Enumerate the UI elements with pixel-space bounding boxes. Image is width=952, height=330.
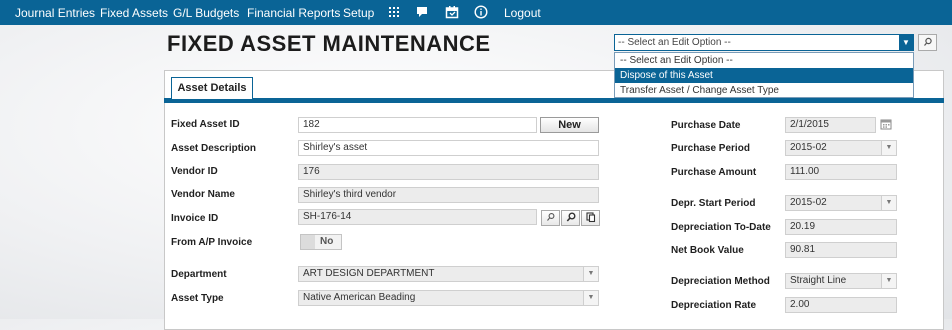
invoice-clear-button[interactable] [541,210,560,226]
depr-to-date-field: 20.19 [785,219,897,235]
from-ap-invoice-label: From A/P Invoice [171,237,253,248]
depr-method-select[interactable]: Straight Line ▼ [785,273,897,289]
depr-start-period-label: Depr. Start Period [671,198,756,209]
calendar-icon[interactable] [445,5,459,19]
chevron-down-icon[interactable]: ▼ [881,141,896,155]
edit-option-go-button[interactable] [918,34,937,51]
search-icon [566,212,575,222]
depr-start-period-value: 2015-02 [790,197,827,208]
dropdown-option-dispose[interactable]: Dispose of this Asset [615,68,913,83]
department-label: Department [171,269,227,280]
depr-to-date-label: Depreciation To-Date [671,222,771,233]
depr-rate-label: Depreciation Rate [671,300,757,311]
invoice-open-button[interactable] [581,210,600,226]
asset-id-field[interactable]: 182 [298,117,537,133]
chat-icon[interactable] [415,5,429,19]
edit-option-dropdown: -- Select an Edit Option -- Dispose of t… [614,52,914,98]
asset-type-value: Native American Beading [303,292,416,303]
top-nav-bar: Journal Entries Fixed Assets G/L Budgets… [0,0,952,25]
purchase-amount-label: Purchase Amount [671,167,757,178]
from-ap-invoice-toggle[interactable]: No [300,234,342,250]
asset-id-label: Fixed Asset ID [171,119,240,130]
depr-start-period-select[interactable]: 2015-02 ▼ [785,195,897,211]
asset-description-field[interactable]: Shirley's asset [298,140,599,156]
depr-method-label: Depreciation Method [671,276,770,287]
edit-option-value: -- Select an Edit Option -- [618,37,731,48]
document-icon [585,212,595,223]
clear-search-icon [546,213,554,221]
tab-bar [164,98,944,103]
chevron-down-icon[interactable]: ▼ [899,35,913,50]
vendor-id-field: 176 [298,164,599,180]
asset-description-label: Asset Description [171,143,257,154]
vendor-name-field: Shirley's third vendor [298,187,599,203]
depr-rate-field: 2.00 [785,297,897,313]
new-button[interactable]: New [540,117,599,133]
nav-fixed-assets[interactable]: Fixed Assets [100,6,168,20]
search-icon [923,37,932,46]
department-value: ART DESIGN DEPARTMENT [303,268,435,279]
toggle-value: No [320,236,334,247]
vendor-id-label: Vendor ID [171,166,218,177]
nav-logout[interactable]: Logout [504,6,541,20]
invoice-search-button[interactable] [561,210,580,226]
nav-journal-entries[interactable]: Journal Entries [15,6,95,20]
asset-type-label: Asset Type [171,293,224,304]
chevron-down-icon[interactable]: ▼ [583,291,598,305]
purchase-period-label: Purchase Period [671,143,750,154]
nav-gl-budgets[interactable]: G/L Budgets [173,6,239,20]
purchase-period-value: 2015-02 [790,142,827,153]
vendor-name-label: Vendor Name [171,189,235,200]
dropdown-option-transfer[interactable]: Transfer Asset / Change Asset Type [615,83,913,98]
grid-icon[interactable] [387,5,401,19]
department-select[interactable]: ART DESIGN DEPARTMENT ▼ [298,266,599,282]
page-title: FIXED ASSET MAINTENANCE [167,31,491,56]
edit-option-select[interactable]: -- Select an Edit Option -- ▼ [614,34,914,51]
chevron-down-icon[interactable]: ▼ [881,196,896,210]
calendar-icon[interactable] [880,118,892,130]
info-icon[interactable] [474,5,488,19]
invoice-id-field: SH-176-14 [298,209,537,225]
net-book-value-field: 90.81 [785,242,897,258]
toggle-knob [301,235,315,249]
purchase-date-field[interactable]: 2/1/2015 [785,117,876,133]
invoice-id-label: Invoice ID [171,213,219,224]
asset-type-select[interactable]: Native American Beading ▼ [298,290,599,306]
chevron-down-icon[interactable]: ▼ [881,274,896,288]
purchase-period-select[interactable]: 2015-02 ▼ [785,140,897,156]
depr-method-value: Straight Line [790,275,847,286]
dropdown-option-default[interactable]: -- Select an Edit Option -- [615,53,913,68]
nav-setup[interactable]: Setup [343,6,374,20]
purchase-date-label: Purchase Date [671,120,741,131]
purchase-amount-field: 111.00 [785,164,897,180]
tab-asset-details[interactable]: Asset Details [171,77,253,99]
chevron-down-icon[interactable]: ▼ [583,267,598,281]
nav-financial-reports[interactable]: Financial Reports [247,6,340,20]
net-book-value-label: Net Book Value [671,245,744,256]
